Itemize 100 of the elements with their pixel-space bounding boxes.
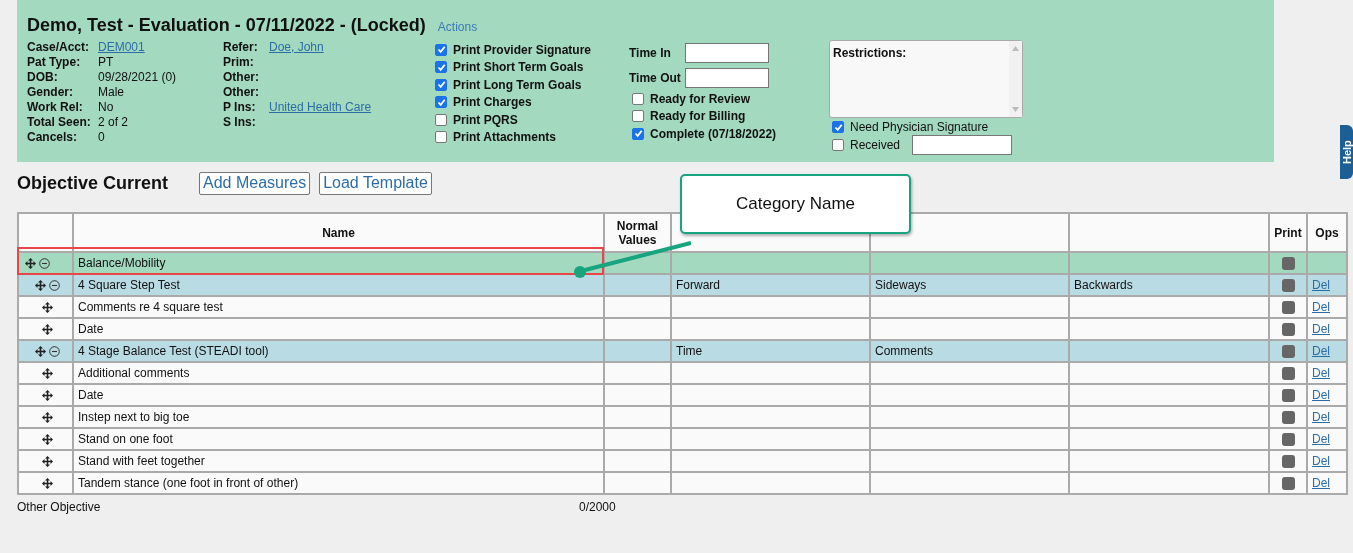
checkbox[interactable] [832,121,844,133]
field-value: 09/28/2021 (0) [98,70,177,85]
collapse-icon[interactable] [39,257,50,269]
print-toggle[interactable] [1281,476,1295,490]
checkbox[interactable] [435,78,447,91]
table-cell: Date [73,384,604,406]
move-icon[interactable] [42,433,53,445]
print-toggle[interactable] [1281,344,1295,358]
checkbox-label: Print Short Term Goals [453,60,584,75]
move-icon[interactable] [42,367,53,379]
section-title: Objective Current [17,172,170,194]
checkbox[interactable] [632,110,644,123]
print-toggle[interactable] [1281,366,1295,380]
field-value: PT [98,55,114,70]
field-label: Work Rel: [27,100,84,115]
print-toggle[interactable] [1281,300,1295,314]
print-toggle[interactable] [1281,410,1295,424]
field-label: Refer: [223,40,259,55]
actions-link[interactable]: Actions [437,20,478,34]
field-value: Male [98,85,124,100]
print-toggle[interactable] [1281,432,1295,446]
field-label: Other Objective [17,500,102,514]
date-field[interactable] [912,135,1013,155]
character-count: 0/2000 [579,500,616,514]
print-toggle[interactable] [1281,278,1295,292]
table-cell: 4 Square Step Test [73,274,604,296]
field-label: Pat Type: [27,55,82,70]
checkbox[interactable] [435,61,447,74]
page-title: Demo, Test - Evaluation - 07/11/2022 - (Locked) [27,15,426,36]
table-cell: Sideways [870,274,1069,296]
table-cell: Stand on one foot [73,428,604,450]
move-icon[interactable] [42,323,53,335]
checkbox[interactable] [832,139,844,151]
field-value: No [98,100,114,115]
value-link[interactable]: United Health Care [269,100,372,115]
table-cell: Stand with feet together [73,450,604,472]
print-toggle[interactable] [1281,256,1295,270]
checkbox-label: Ready for Billing [650,109,746,124]
table-cell: Date [73,318,604,340]
checkbox-label: Ready for Review [650,91,751,106]
checkbox-label: Need Physician Signature [850,120,989,134]
table-cell: Additional comments [73,362,604,384]
field-label: Time Out [629,70,682,85]
value-link[interactable]: DEM001 [98,40,145,55]
move-icon[interactable] [42,301,53,313]
field-value: 2 of 2 [98,115,129,130]
move-icon[interactable] [42,389,53,401]
field-label: Time In [629,45,672,60]
checkbox-label: Print Charges [453,95,532,110]
checkbox-label: Complete (07/18/2022) [650,126,777,141]
checkbox[interactable] [632,127,644,140]
print-toggle[interactable] [1281,454,1295,468]
table-cell: Forward [671,274,870,296]
checkbox-label: Print Long Term Goals [453,77,582,92]
move-icon[interactable] [25,257,36,269]
checkbox[interactable] [435,113,447,126]
callout: Category Name [680,174,911,234]
field-value: 0 [98,130,105,145]
table-cell: Comments [870,340,1069,362]
column-header: Print [1269,213,1307,252]
table-cell: Instep next to big toe [73,406,604,428]
column-header: Normal Values [604,213,671,252]
time-field[interactable] [685,67,769,88]
field-label: Total Seen: [27,115,92,130]
field-label: Cancels: [27,130,79,145]
table-cell: Tandem stance (one foot in front of other) [73,472,604,494]
field-label: Case/Acct: [27,40,91,55]
move-icon[interactable] [42,411,53,423]
column-header: Name [73,213,604,252]
table-cell: Backwards [1069,274,1269,296]
field-label: Other: [223,70,260,85]
field-label: DOB: [27,70,59,85]
value-link[interactable]: Doe, John [269,40,324,55]
checkbox[interactable] [435,96,447,109]
toolbar-button[interactable]: Load Template [319,171,432,195]
move-icon[interactable] [35,279,46,291]
field-label: Other: [223,85,260,100]
field-label: S Ins: [223,115,257,130]
table-cell: Time [671,340,870,362]
checkbox[interactable] [435,131,447,144]
move-icon[interactable] [42,477,53,489]
print-toggle[interactable] [1281,322,1295,336]
help-tab[interactable]: Help [1340,125,1353,179]
collapse-icon[interactable] [49,279,60,291]
restrictions-field[interactable]: Restrictions: [829,40,1023,118]
checkbox[interactable] [632,92,644,105]
field-label: Prim: [223,55,255,70]
checkbox-label: Received [850,138,901,152]
move-icon[interactable] [35,345,46,357]
time-field[interactable] [685,42,769,63]
field-label: Gender: [27,85,74,100]
field-label: P Ins: [223,100,257,115]
checkbox-label: Print PQRS [453,112,518,127]
table-cell: 4 Stage Balance Test (STEADI tool) [73,340,604,362]
move-icon[interactable] [42,455,53,467]
column-header: Ops [1307,213,1347,252]
toolbar-button[interactable]: Add Measures [199,171,311,195]
print-toggle[interactable] [1281,388,1295,402]
checkbox[interactable] [435,43,447,56]
collapse-icon[interactable] [49,345,60,357]
